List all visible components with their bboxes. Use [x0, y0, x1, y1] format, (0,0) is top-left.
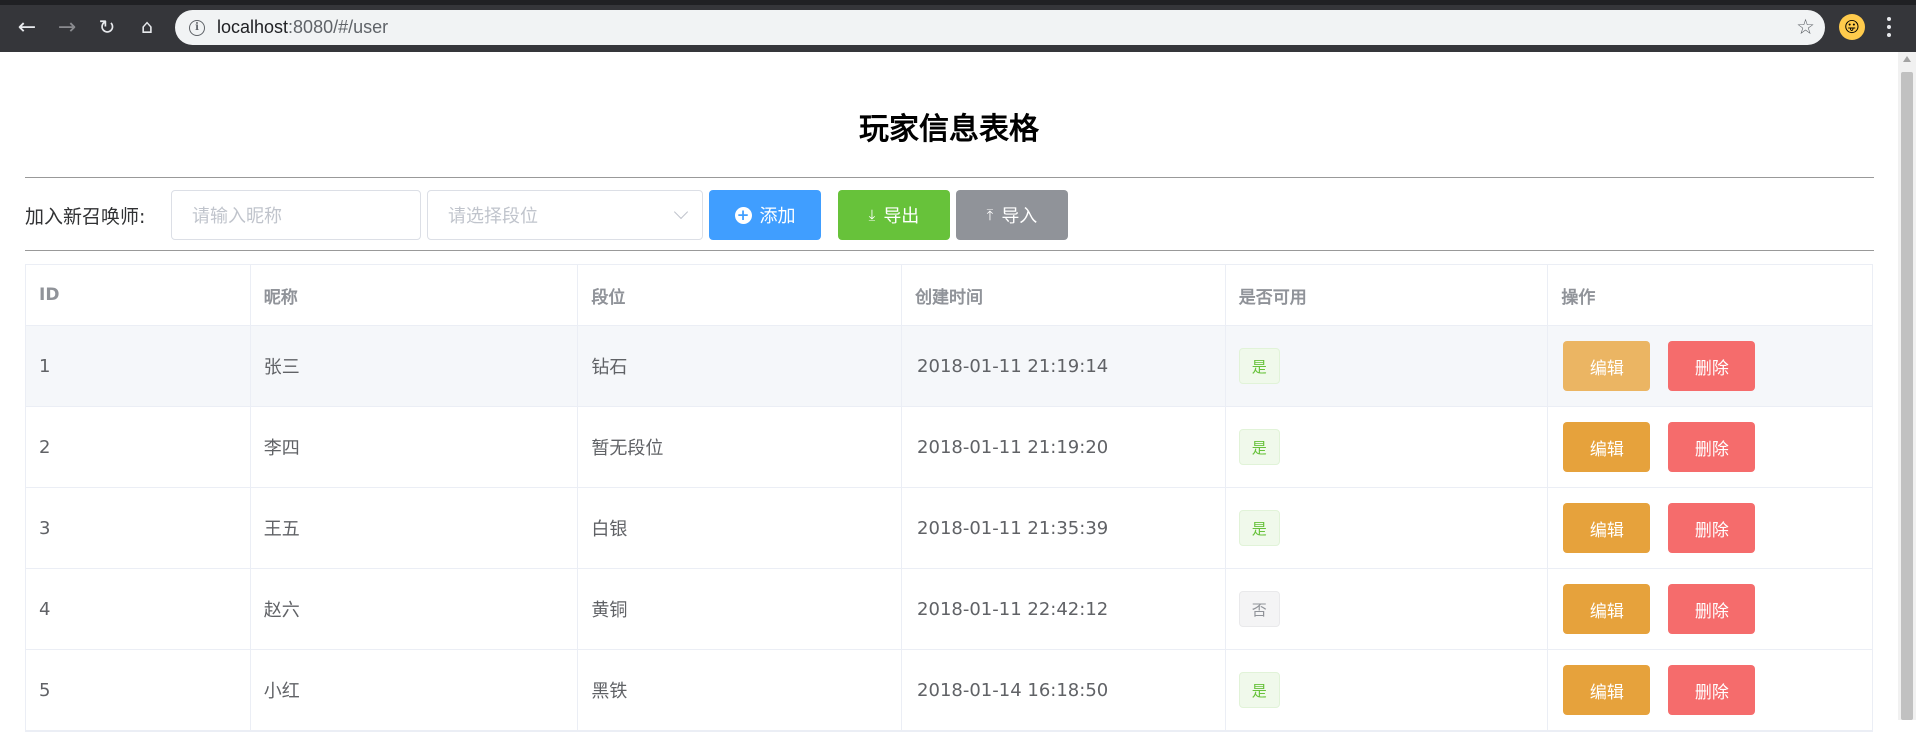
plus-circle-icon: +	[734, 206, 752, 224]
cell-enabled: 是	[1226, 407, 1549, 487]
cell-id: 5	[26, 650, 251, 730]
import-button[interactable]: ⤒ 导入	[956, 190, 1068, 240]
cell-id: 1	[26, 326, 251, 406]
add-button-label: 添加	[759, 206, 796, 227]
edit-button[interactable]: 编辑	[1563, 665, 1651, 715]
cell-created: 2018-01-11 21:19:14	[902, 326, 1226, 406]
cell-nickname: 王五	[251, 488, 579, 568]
profile-avatar-icon[interactable]: 😛	[1839, 14, 1865, 40]
column-header-actions[interactable]: 操作	[1548, 265, 1872, 325]
cell-rank: 黄铜	[578, 569, 903, 649]
column-header-rank[interactable]: 段位	[578, 265, 903, 325]
column-header-enabled[interactable]: 是否可用	[1226, 265, 1549, 325]
delete-button[interactable]: 删除	[1668, 422, 1756, 472]
edit-button[interactable]: 编辑	[1563, 584, 1651, 634]
delete-button[interactable]: 删除	[1668, 665, 1756, 715]
cell-actions: 编辑 删除	[1548, 407, 1872, 487]
scroll-up-arrow-icon[interactable]	[1903, 56, 1911, 62]
column-header-nickname[interactable]: 昵称	[251, 265, 579, 325]
tab-strip	[0, 0, 1916, 5]
nickname-placeholder: 请输入昵称	[192, 206, 282, 227]
cell-actions: 编辑 删除	[1548, 569, 1872, 649]
browser-toolbar: ← → ↻ ⌂ i localhost:8080/#/user ☆ 😛	[0, 0, 1916, 52]
status-badge: 是	[1238, 510, 1280, 546]
delete-button[interactable]: 删除	[1668, 503, 1756, 553]
cell-enabled: 否	[1226, 569, 1549, 649]
add-summoner-label: 加入新召唤师:	[25, 206, 146, 228]
cell-enabled: 是	[1226, 488, 1549, 568]
cell-nickname: 小红	[251, 650, 579, 730]
url-path: :8080/#/user	[288, 17, 389, 37]
table-row[interactable]: 5 小红 黑铁 2018-01-14 16:18:50 是 编辑 删除	[26, 650, 1872, 731]
export-button-label: 导出	[883, 206, 920, 227]
cell-rank: 暂无段位	[578, 407, 903, 487]
divider-bottom	[25, 250, 1874, 251]
cell-rank: 白银	[578, 488, 903, 568]
address-bar[interactable]: i localhost:8080/#/user ☆	[175, 10, 1825, 45]
cell-id: 2	[26, 407, 251, 487]
nickname-input[interactable]: 请输入昵称	[171, 190, 421, 240]
scrollbar-thumb[interactable]	[1901, 72, 1913, 720]
table-header: ID 昵称 段位 创建时间 是否可用 操作	[26, 265, 1872, 326]
cell-actions: 编辑 删除	[1548, 650, 1872, 730]
status-badge: 是	[1238, 672, 1280, 708]
column-header-id[interactable]: ID	[26, 265, 251, 325]
cell-actions: 编辑 删除	[1548, 326, 1872, 406]
rank-placeholder: 请选择段位	[448, 206, 538, 227]
cell-created: 2018-01-11 21:19:20	[902, 407, 1226, 487]
table-row[interactable]: 1 张三 钻石 2018-01-11 21:19:14 是 编辑 删除	[26, 326, 1872, 407]
home-icon[interactable]: ⌂	[132, 12, 162, 42]
back-icon[interactable]: ←	[12, 12, 42, 42]
delete-button[interactable]: 删除	[1668, 341, 1756, 391]
rank-select[interactable]: 请选择段位	[427, 190, 703, 240]
delete-button[interactable]: 删除	[1668, 584, 1756, 634]
url-host: localhost	[217, 17, 289, 37]
divider-top	[25, 177, 1874, 178]
page-title: 玩家信息表格	[859, 112, 1039, 147]
import-button-label: 导入	[1001, 206, 1038, 227]
cell-nickname: 张三	[251, 326, 579, 406]
cell-rank: 钻石	[578, 326, 903, 406]
cell-enabled: 是	[1226, 650, 1549, 730]
edit-button[interactable]: 编辑	[1563, 341, 1651, 391]
cell-nickname: 李四	[251, 407, 579, 487]
cell-nickname: 赵六	[251, 569, 579, 649]
upload-icon: ⤒	[986, 206, 994, 224]
add-button[interactable]: + 添加	[709, 190, 821, 240]
table-row[interactable]: 2 李四 暂无段位 2018-01-11 21:19:20 是 编辑 删除	[26, 407, 1872, 488]
forward-icon[interactable]: →	[52, 12, 82, 42]
table-row[interactable]: 3 王五 白银 2018-01-11 21:35:39 是 编辑 删除	[26, 488, 1872, 569]
url-text[interactable]: localhost:8080/#/user	[217, 17, 388, 38]
cell-actions: 编辑 删除	[1548, 488, 1872, 568]
player-table: ID 昵称 段位 创建时间 是否可用 操作 1 张三 钻石 2018-01-11…	[25, 264, 1873, 732]
chevron-down-icon	[673, 204, 689, 220]
reload-icon[interactable]: ↻	[92, 12, 122, 42]
edit-button[interactable]: 编辑	[1563, 503, 1651, 553]
table-row[interactable]: 4 赵六 黄铜 2018-01-11 22:42:12 否 编辑 删除	[26, 569, 1872, 650]
export-button[interactable]: ⤓ 导出	[838, 190, 950, 240]
status-badge: 否	[1238, 591, 1280, 627]
cell-created: 2018-01-14 16:18:50	[902, 650, 1226, 730]
status-badge: 是	[1238, 348, 1280, 384]
edit-button[interactable]: 编辑	[1563, 422, 1651, 472]
bookmark-star-icon[interactable]: ☆	[1796, 15, 1815, 39]
download-icon: ⤓	[868, 206, 876, 224]
cell-rank: 黑铁	[578, 650, 903, 730]
browser-menu-icon[interactable]	[1882, 14, 1896, 40]
status-badge: 是	[1238, 429, 1280, 465]
cell-enabled: 是	[1226, 326, 1549, 406]
site-info-icon[interactable]: i	[189, 19, 205, 36]
cell-id: 4	[26, 569, 251, 649]
cell-created: 2018-01-11 22:42:12	[902, 569, 1226, 649]
cell-created: 2018-01-11 21:35:39	[902, 488, 1226, 568]
column-header-created[interactable]: 创建时间	[902, 265, 1226, 325]
cell-id: 3	[26, 488, 251, 568]
